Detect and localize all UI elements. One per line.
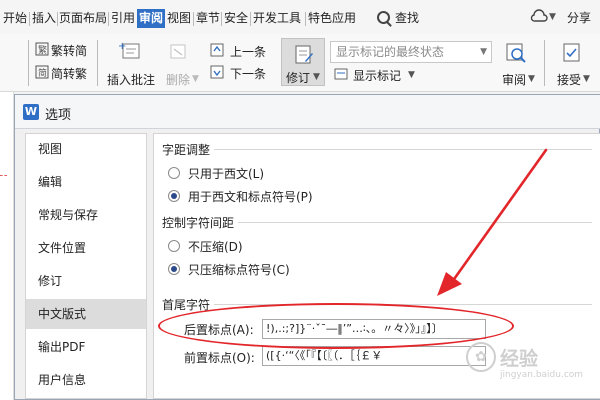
paw-logo-icon: ✿	[466, 342, 496, 372]
watermark-text: 经验	[500, 348, 539, 370]
watermark-url: jingyan.baidu.com	[500, 370, 584, 380]
baidu-jingyan-watermark: ✿ 经验 jingyan.baidu.com	[466, 340, 586, 390]
